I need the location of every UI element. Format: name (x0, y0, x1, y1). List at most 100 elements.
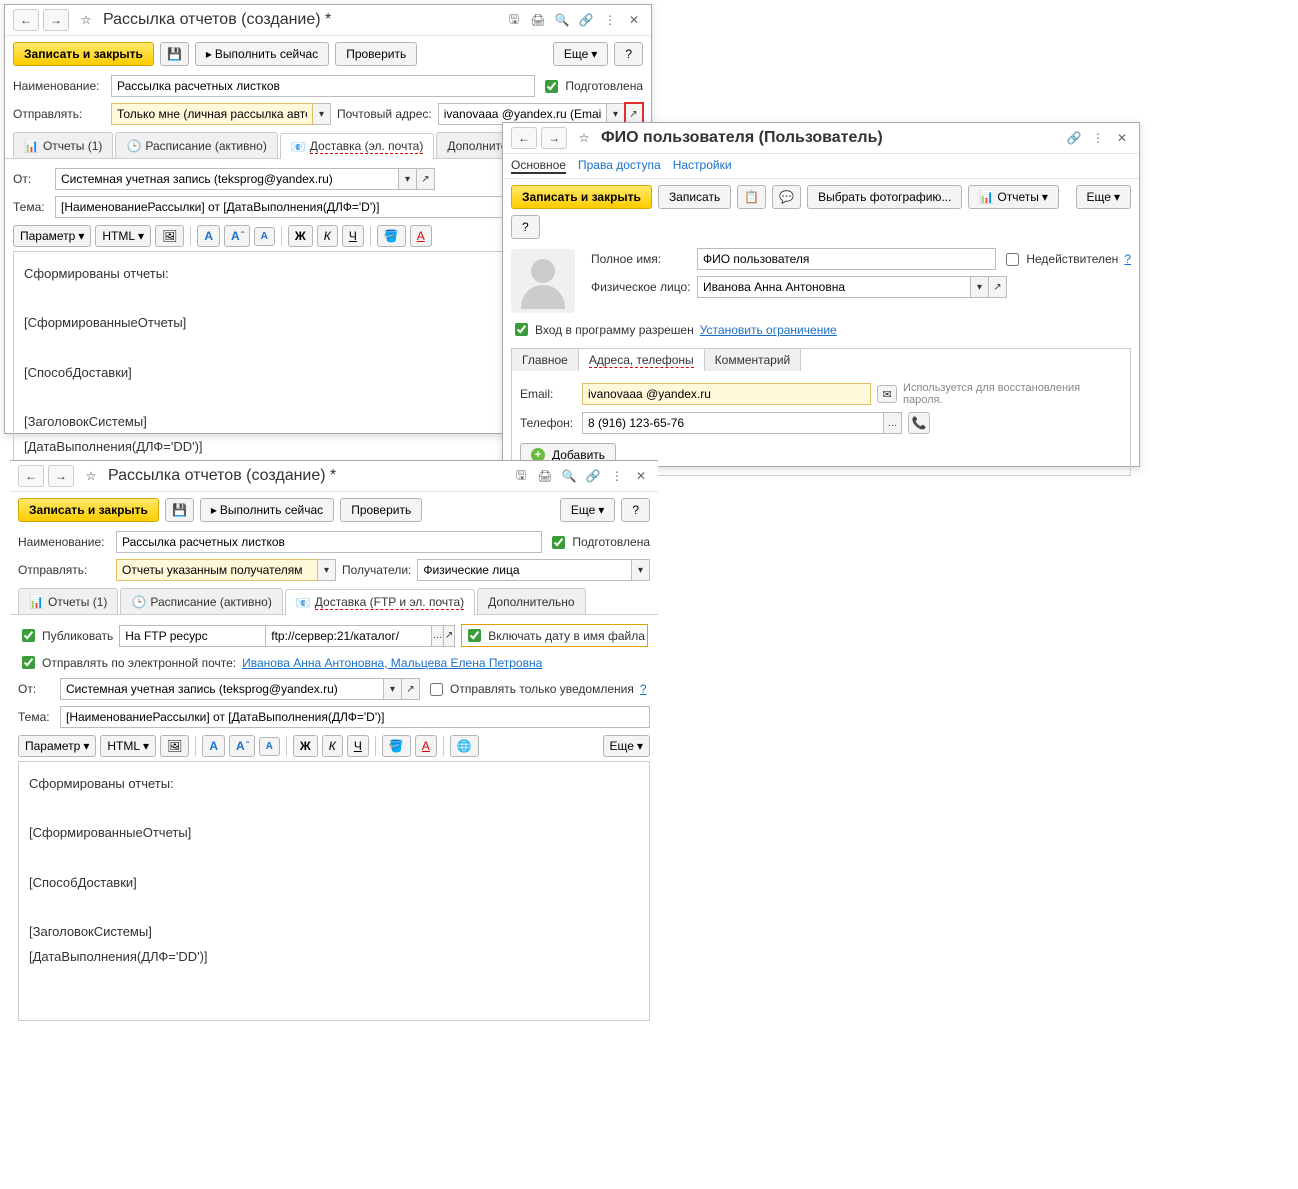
save-close-button[interactable]: Записать и закрыть (13, 42, 154, 66)
tab-additional[interactable]: Дополнительно (477, 588, 585, 614)
more-button[interactable]: Еще ▾ (553, 42, 608, 66)
print-icon[interactable]: 🖨 (536, 467, 554, 485)
ftp-url-input[interactable] (265, 625, 432, 647)
prepared-checkbox[interactable]: Подготовлена (548, 533, 650, 552)
reports-button[interactable]: 📊 Отчеты ▾ (968, 185, 1058, 209)
param-button[interactable]: Параметр ▾ (18, 735, 96, 757)
favorite-icon[interactable]: ☆ (575, 129, 593, 147)
ellipsis-icon[interactable]: … (884, 412, 902, 434)
font-increase-icon[interactable]: A (197, 225, 220, 247)
tab-schedule[interactable]: 🕒 Расписание (активно) (120, 588, 282, 614)
close-icon[interactable]: ✕ (1113, 129, 1131, 147)
from-input[interactable] (60, 678, 384, 700)
preview-icon[interactable]: 🔍 (553, 11, 571, 29)
name-input[interactable] (111, 75, 535, 97)
italic-icon[interactable]: К (317, 225, 338, 247)
email-recipients-link[interactable]: Иванова Анна Антоновна, Мальцева Елена П… (242, 656, 542, 670)
more-button[interactable]: Еще ▾ (603, 735, 650, 757)
editor-body[interactable]: Сформированы отчеты: [СформированныеОтче… (18, 761, 650, 1021)
close-icon[interactable]: ✕ (632, 467, 650, 485)
save-close-button[interactable]: Записать и закрыть (511, 185, 652, 209)
text-color-icon[interactable]: А (415, 735, 437, 757)
font-increase-icon[interactable]: A (202, 735, 225, 757)
bg-color-icon[interactable]: 🪣 (382, 735, 411, 757)
html-button[interactable]: HTML ▾ (100, 735, 156, 757)
mail-icon[interactable]: ✉ (877, 385, 897, 403)
choose-photo-button[interactable]: Выбрать фотографию... (807, 185, 962, 209)
font-icon[interactable]: Â (229, 735, 255, 757)
set-limit-link[interactable]: Установить ограничение (700, 323, 837, 337)
tab-delivery[interactable]: 📧 Доставка (эл. почта) (280, 133, 435, 159)
help-icon[interactable]: ? (1124, 252, 1131, 266)
chevron-down-icon[interactable]: ▾ (384, 678, 402, 700)
back-button[interactable]: ← (511, 127, 537, 149)
open-icon[interactable]: ↗ (444, 625, 456, 647)
link-icon[interactable]: 🔗 (584, 467, 602, 485)
tab-reports[interactable]: 📊 Отчеты (1) (18, 588, 118, 614)
publish-checkbox[interactable]: Публиковать (18, 626, 113, 645)
bg-color-icon[interactable]: 🪣 (377, 225, 406, 247)
preview-icon[interactable]: 🔍 (560, 467, 578, 485)
link-icon[interactable]: 🔗 (1065, 129, 1083, 147)
bold-icon[interactable]: Ж (288, 225, 313, 247)
text-color-icon[interactable]: А (410, 225, 432, 247)
chevron-down-icon[interactable]: ▾ (971, 276, 989, 298)
chevron-down-icon[interactable]: ▾ (313, 103, 331, 125)
run-now-button[interactable]: ▸ Выполнить сейчас (195, 42, 329, 66)
link-icon[interactable]: 🔗 (577, 11, 595, 29)
notify-only-checkbox[interactable]: Отправлять только уведомления (426, 680, 634, 699)
section-main[interactable]: Основное (511, 158, 566, 174)
list-icon[interactable]: 📋 (737, 185, 766, 209)
help-button[interactable]: ? (621, 498, 650, 522)
save-icon[interactable]: 🖫 (512, 467, 530, 485)
back-button[interactable]: ← (13, 9, 39, 31)
send-select[interactable] (116, 559, 318, 581)
email-input[interactable] (582, 383, 871, 405)
send-email-checkbox[interactable]: Отправлять по электронной почте: (18, 653, 236, 672)
bold-icon[interactable]: Ж (293, 735, 318, 757)
save-button[interactable]: 💾 (160, 42, 189, 66)
kebab-icon[interactable]: ⋮ (1089, 129, 1107, 147)
kebab-icon[interactable]: ⋮ (608, 467, 626, 485)
section-settings[interactable]: Настройки (673, 158, 732, 174)
italic-icon[interactable]: К (322, 735, 343, 757)
tab-main[interactable]: Главное (512, 349, 579, 371)
tab-addresses[interactable]: Адреса, телефоны (579, 349, 705, 371)
print-icon[interactable]: 🖨 (529, 11, 547, 29)
chevron-down-icon[interactable]: ▾ (632, 559, 650, 581)
tab-schedule[interactable]: 🕒 Расписание (активно) (115, 132, 277, 158)
fullname-input[interactable] (697, 248, 996, 270)
include-date-checkbox[interactable]: Включать дату в имя файла (461, 624, 648, 647)
invalid-checkbox[interactable]: Недействителен (1002, 250, 1118, 269)
image-icon[interactable]: 🖼 (155, 225, 184, 247)
open-icon[interactable]: ↗ (989, 276, 1007, 298)
help-icon[interactable]: ? (640, 682, 647, 696)
back-button[interactable]: ← (18, 465, 44, 487)
person-input[interactable] (697, 276, 971, 298)
image-icon[interactable]: 🖼 (160, 735, 189, 757)
save-button[interactable]: 💾 (165, 498, 194, 522)
phone-icon[interactable]: 📞 (908, 412, 930, 434)
save-close-button[interactable]: Записать и закрыть (18, 498, 159, 522)
kebab-icon[interactable]: ⋮ (601, 11, 619, 29)
ellipsis-icon[interactable]: … (432, 625, 444, 647)
check-button[interactable]: Проверить (335, 42, 417, 66)
html-button[interactable]: HTML ▾ (95, 225, 151, 247)
chat-icon[interactable]: 💬 (772, 185, 801, 209)
favorite-icon[interactable]: ☆ (82, 467, 100, 485)
publish-target[interactable] (119, 625, 286, 647)
phone-input[interactable] (582, 412, 884, 434)
open-icon[interactable]: ↗ (417, 168, 435, 190)
chevron-down-icon[interactable]: ▾ (318, 559, 336, 581)
underline-icon[interactable]: Ч (347, 735, 369, 757)
font-decrease-icon[interactable]: A (254, 227, 275, 246)
more-button[interactable]: Еще ▾ (560, 498, 615, 522)
login-allowed-checkbox[interactable]: Вход в программу разрешен (511, 320, 694, 339)
avatar[interactable] (511, 249, 575, 313)
forward-button[interactable]: → (48, 465, 74, 487)
recipients-input[interactable] (417, 559, 632, 581)
check-button[interactable]: Проверить (340, 498, 422, 522)
send-select[interactable] (111, 103, 313, 125)
font-icon[interactable]: Â (224, 225, 250, 247)
help-button[interactable]: ? (511, 215, 540, 239)
